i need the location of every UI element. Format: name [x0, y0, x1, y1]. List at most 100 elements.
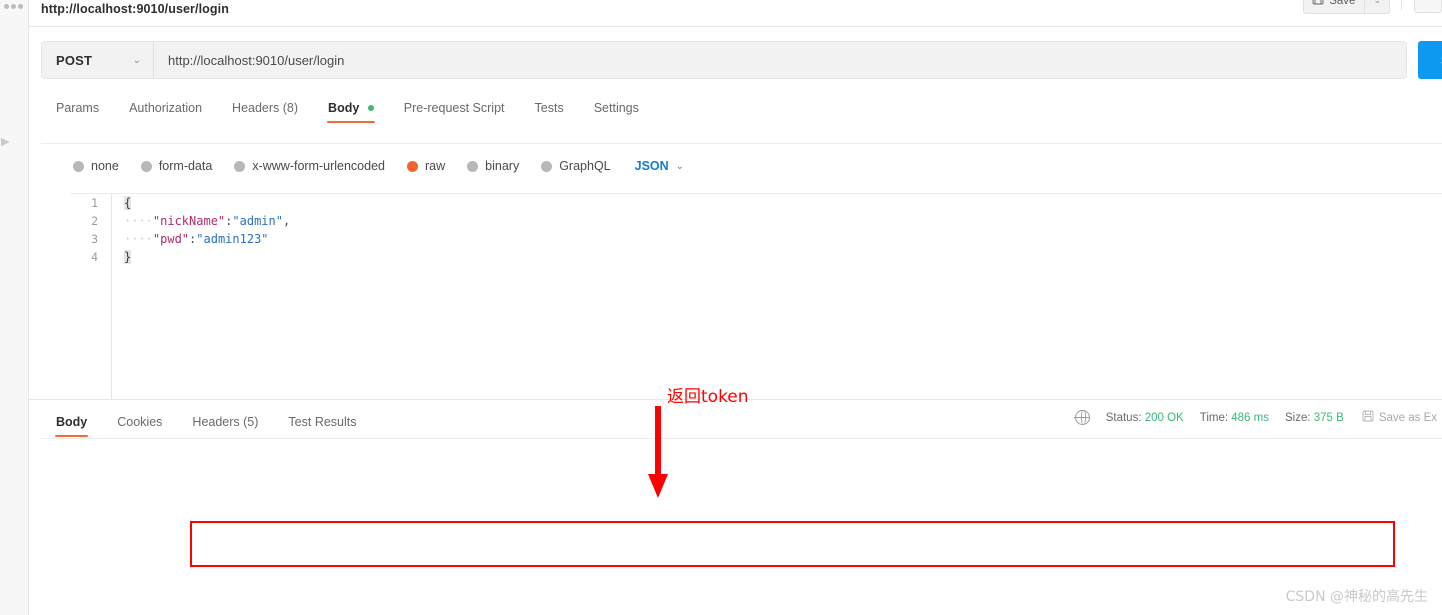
size-label: Size:	[1284, 411, 1311, 424]
tab-bar-more-button[interactable]	[1414, 0, 1442, 13]
annotation-label: 返回token	[667, 387, 749, 407]
body-type-binary[interactable]: binary	[467, 159, 519, 173]
code-line-text: {	[124, 196, 132, 210]
body-type-graphql[interactable]: GraphQL	[541, 159, 611, 173]
radio-icon	[140, 160, 152, 172]
request-tab-body[interactable]: Body	[313, 93, 389, 127]
floppy-disk-icon	[1312, 0, 1324, 8]
response-pane: Body Cookies Headers (5) Test Results St…	[29, 399, 1442, 615]
request-tabs: Params Authorization Headers (8) Body Pr…	[41, 93, 654, 127]
method-select[interactable]: POST ⌄	[41, 41, 154, 79]
down-arrow-icon	[645, 404, 671, 505]
code-line-text: ····"nickName":"admin",	[124, 214, 291, 228]
url-value: http://localhost:9010/user/login	[168, 52, 345, 68]
status-badge: Status: 200 OK	[1106, 412, 1184, 424]
line-number: 3	[91, 232, 98, 246]
body-type-form-data[interactable]: form-data	[140, 159, 212, 173]
toolbar-divider	[1401, 0, 1402, 10]
status-value: 200 OK	[1144, 411, 1184, 424]
tab-label: Body	[56, 415, 88, 429]
request-tabs-divider	[41, 143, 1442, 144]
body-modified-dot-icon	[367, 105, 374, 111]
chevron-down-icon: ⌄	[1373, 0, 1381, 5]
radio-icon	[467, 160, 479, 172]
tab-bar: http://localhost:9010/user/login Save ⌄	[29, 0, 1442, 27]
radio-icon	[234, 160, 246, 172]
code-line-text: ····"pwd":"admin123"	[124, 232, 269, 246]
request-body-code[interactable]: 1{2 ····"nickName":"admin", 3 ····"pwd":"ad…	[70, 194, 1442, 266]
save-button-group: Save ⌄	[1303, 0, 1390, 14]
radio-icon	[73, 160, 84, 172]
request-body-editor[interactable]: 1{2 ····"nickName":"admin", 3 ····"pwd":"ad…	[70, 193, 1442, 425]
watermark: CSDN @神秘的高先生	[1285, 589, 1428, 605]
tab-label: Settings	[593, 101, 639, 115]
tab-title[interactable]: http://localhost:9010/user/login	[41, 2, 229, 16]
body-type-none[interactable]: none	[73, 159, 119, 173]
request-format-select[interactable]: JSON ⌄	[635, 159, 684, 173]
response-tab-body[interactable]: Body	[41, 407, 102, 441]
send-button[interactable]: S	[1418, 41, 1442, 79]
chevron-down-icon: ⌄	[675, 160, 685, 172]
line-number: 4	[91, 250, 98, 264]
response-tab-cookies[interactable]: Cookies	[102, 407, 177, 441]
time-value: 486 ms	[1231, 411, 1269, 424]
request-tab-tests[interactable]: Tests	[520, 93, 579, 127]
radio-label: binary	[485, 159, 520, 173]
method-label: POST	[56, 52, 93, 68]
request-tab-headers[interactable]: Headers (8)	[217, 93, 313, 127]
response-tabs-divider	[41, 438, 1442, 439]
rail-dots-icon[interactable]	[4, 4, 23, 9]
radio-label: x-www-form-urlencoded	[252, 159, 385, 173]
code-line: 1{	[70, 194, 1442, 212]
save-button[interactable]: Save	[1303, 0, 1365, 14]
save-dropdown-button[interactable]: ⌄	[1364, 0, 1390, 14]
body-type-radio-group: none form-data x-www-form-urlencoded raw…	[73, 159, 684, 173]
response-tab-test-results[interactable]: Test Results	[273, 407, 371, 441]
code-line: 2 ····"nickName":"admin",	[70, 212, 1442, 230]
line-number: 2	[91, 214, 98, 228]
url-row: POST ⌄ http://localhost:9010/user/login	[41, 41, 1407, 79]
save-response-label: Save as Ex	[1378, 411, 1437, 424]
editor-gutter-divider	[111, 194, 112, 425]
floppy-disk-icon	[1362, 410, 1374, 425]
tab-label: Pre-request Script	[403, 101, 505, 115]
code-line-text: }	[124, 250, 132, 264]
code-line: 4}	[70, 248, 1442, 266]
body-type-raw[interactable]: raw	[407, 159, 445, 173]
tab-label: Test Results	[288, 415, 357, 429]
globe-icon[interactable]	[1074, 409, 1090, 425]
tab-label: Authorization	[129, 101, 203, 115]
request-format-label: JSON	[634, 159, 669, 173]
radio-label: raw	[425, 159, 446, 173]
response-tabs: Body Cookies Headers (5) Test Results	[41, 407, 372, 441]
time-badge: Time: 486 ms	[1200, 412, 1269, 424]
request-tab-settings[interactable]: Settings	[579, 93, 654, 127]
radio-label: none	[91, 159, 119, 173]
radio-icon	[541, 160, 553, 172]
time-label: Time:	[1199, 411, 1229, 424]
chevron-down-icon: ⌄	[132, 54, 141, 66]
size-badge: Size: 375 B	[1285, 412, 1344, 424]
postman-window: ▶ http://localhost:9010/user/login Save …	[0, 0, 1442, 615]
url-input[interactable]: http://localhost:9010/user/login	[154, 41, 1407, 79]
line-number: 1	[91, 196, 98, 210]
request-tab-params[interactable]: Params	[41, 93, 114, 127]
radio-selected-icon	[407, 160, 418, 172]
tab-label: Tests	[534, 101, 564, 115]
left-rail: ▶	[0, 0, 29, 615]
body-type-urlencoded[interactable]: x-www-form-urlencoded	[234, 159, 385, 173]
tab-label: Params	[56, 101, 100, 115]
tab-label: Body	[328, 101, 360, 115]
response-tab-headers[interactable]: Headers (5)	[177, 407, 273, 441]
request-tab-authorization[interactable]: Authorization	[114, 93, 217, 127]
size-value: 375 B	[1313, 411, 1344, 424]
tab-label: Headers (5)	[192, 415, 259, 429]
code-line: 3 ····"pwd":"admin123"	[70, 230, 1442, 248]
request-tab-pre-request-script[interactable]: Pre-request Script	[389, 93, 520, 127]
save-response-button[interactable]: Save as Ex	[1362, 410, 1437, 425]
status-label: Status:	[1105, 411, 1142, 424]
radio-label: GraphQL	[559, 159, 611, 173]
sidebar-expander-icon[interactable]: ▶	[1, 137, 9, 148]
response-status-bar: Status: 200 OK Time: 486 ms Size: 375 B	[1074, 409, 1437, 425]
request-pane: POST ⌄ http://localhost:9010/user/login …	[29, 27, 1442, 425]
